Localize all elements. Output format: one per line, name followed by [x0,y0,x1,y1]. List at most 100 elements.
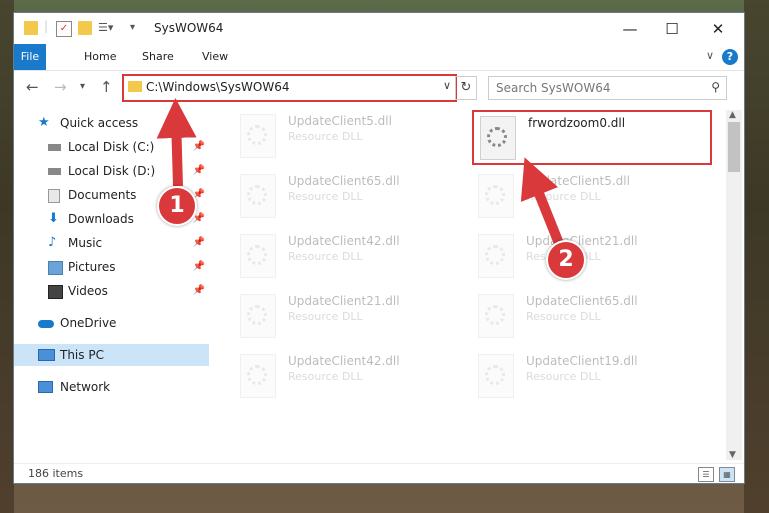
file-list: UpdateClient5.dll Resource DLL frwordzoo… [228,110,728,465]
nav-item-local-disk-d[interactable]: Local Disk (D:) 📌 [14,160,209,182]
background [0,0,14,513]
up-arrow-icon[interactable]: ↑ [100,78,113,96]
drive-icon [48,168,61,175]
new-folder-icon[interactable] [78,21,92,35]
maximize-button[interactable]: ☐ [652,17,692,41]
search-icon[interactable]: ⚲ [711,80,720,94]
file-type: Resource DLL [288,190,363,203]
nav-item-label: Pictures [68,260,116,274]
nav-item-label: Downloads [68,212,134,226]
cloud-icon [38,320,54,328]
vertical-scrollbar[interactable]: ▲ ▼ [726,110,742,460]
file-name: UpdateClient65.dll [526,294,638,308]
tab-share[interactable]: Share [132,44,184,70]
tab-home[interactable]: Home [74,44,126,70]
nav-item-local-disk-c[interactable]: Local Disk (C:) 📌 [14,136,209,158]
documents-icon [48,189,60,203]
window-title: SysWOW64 [154,21,224,35]
item-count: 186 items [28,467,84,480]
tab-file[interactable]: File [14,44,46,70]
file-item[interactable]: UpdateClient42.dll Resource DLL [234,350,464,405]
file-item[interactable]: UpdateClient5.dll Resource DLL [472,170,702,225]
minimize-button[interactable]: — [610,17,650,41]
file-type: Resource DLL [526,370,601,383]
forward-arrow-icon[interactable]: → [54,78,67,96]
pin-icon: 📌 [192,141,205,152]
refresh-button[interactable]: ↻ [455,76,477,100]
file-type: Resource DLL [526,310,601,323]
tab-view[interactable]: View [192,44,238,70]
address-row: ← → ▾ ↑ C:\Windows\SysWOW64 ∨ ↻ Search S… [14,71,744,103]
nav-item-pictures[interactable]: Pictures 📌 [14,256,209,278]
nav-item-label: Local Disk (D:) [68,164,156,178]
nav-item-music[interactable]: ♪ Music 📌 [14,232,209,254]
customize-toolbar-icon[interactable]: ☰▾ [98,21,113,35]
dll-file-icon [240,114,276,158]
download-icon: ⬇ [48,211,59,226]
properties-icon[interactable]: ✓ [56,21,72,37]
folder-icon [24,21,38,35]
dll-file-icon [480,116,516,160]
background [744,0,769,513]
nav-item-label: Local Disk (C:) [68,140,155,154]
nav-item-quick-access[interactable]: ★ Quick access [14,112,209,134]
dll-file-icon [240,234,276,278]
file-name: frwordzoom0.dll [528,116,626,130]
file-item-highlighted[interactable]: frwordzoom0.dll [472,110,712,165]
file-name: UpdateClient5.dll [526,174,630,188]
nav-item-label: Music [68,236,103,250]
dll-file-icon [240,174,276,218]
file-type: Resource DLL [288,250,363,263]
address-bar[interactable]: C:\Windows\SysWOW64 ∨ [122,74,457,102]
recent-locations-icon[interactable]: ▾ [80,81,85,92]
file-name: UpdateClient42.dll [288,234,400,248]
scroll-up-icon[interactable]: ▲ [729,110,736,120]
close-button[interactable]: ✕ [698,17,738,41]
dll-file-icon [240,354,276,398]
file-item[interactable]: UpdateClient65.dll Resource DLL [234,170,464,225]
nav-item-network[interactable]: Network [14,376,209,398]
address-path[interactable]: C:\Windows\SysWOW64 [146,80,290,94]
pin-icon: 📌 [192,261,205,272]
back-arrow-icon[interactable]: ← [26,78,39,96]
file-name: UpdateClient42.dll [288,354,400,368]
file-item[interactable]: UpdateClient65.dll Resource DLL [472,290,702,345]
nav-item-label: OneDrive [60,316,117,330]
nav-item-label: Videos [68,284,108,298]
file-type: Resource DLL [288,310,363,323]
ribbon: File Home Share View ∨ ? [14,44,744,71]
dll-file-icon [478,294,514,338]
search-input[interactable]: Search SysWOW64 ⚲ [488,76,727,100]
file-item[interactable]: UpdateClient42.dll Resource DLL [234,230,464,285]
videos-icon [48,285,63,299]
computer-icon [38,349,55,361]
nav-item-label: This PC [60,348,104,362]
nav-item-videos[interactable]: Videos 📌 [14,280,209,302]
music-icon: ♪ [48,235,57,250]
dll-file-icon [240,294,276,338]
nav-item-this-pc[interactable]: This PC [14,344,209,366]
search-placeholder: Search SysWOW64 [496,81,611,95]
details-view-icon[interactable]: ☰ [698,467,714,482]
nav-item-onedrive[interactable]: OneDrive [14,312,209,334]
file-item[interactable]: UpdateClient21.dll Resource DLL [472,230,702,285]
scrollbar-thumb[interactable] [728,122,740,172]
file-item[interactable]: UpdateClient19.dll Resource DLL [472,350,702,405]
scroll-down-icon[interactable]: ▼ [729,450,736,460]
nav-item-label: Quick access [60,116,139,130]
expand-ribbon-icon[interactable]: ∨ [706,49,714,62]
star-icon: ★ [38,115,50,130]
large-icons-view-icon[interactable]: ▦ [719,467,735,482]
file-explorer-window: | ✓ ☰▾ ▾ SysWOW64 — ☐ ✕ File Home Share … [14,13,744,483]
file-name: UpdateClient19.dll [526,354,638,368]
file-type: Resource DLL [288,370,363,383]
file-item[interactable]: UpdateClient21.dll Resource DLL [234,290,464,345]
chevron-down-icon[interactable]: ∨ [443,79,451,92]
file-item[interactable]: UpdateClient5.dll Resource DLL [234,110,464,165]
dll-file-icon [478,354,514,398]
chevron-down-icon[interactable]: ▾ [130,21,144,35]
file-type: Resource DLL [526,190,601,203]
help-icon[interactable]: ? [722,49,738,65]
status-bar: 186 items ☰ ▦ [14,463,744,484]
dll-file-icon [478,234,514,278]
